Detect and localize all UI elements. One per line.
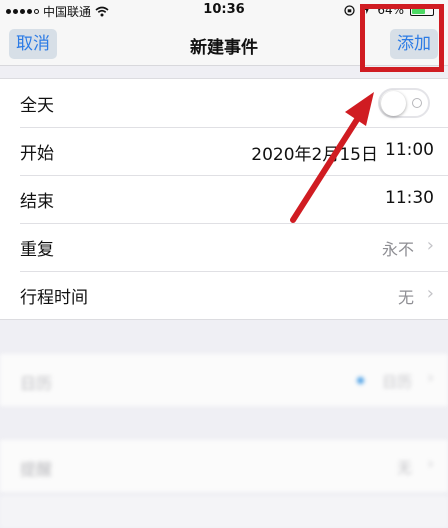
travel-time-label: 行程时间 xyxy=(20,288,88,308)
toggle-knob xyxy=(381,91,406,116)
calendar-label: 日历 xyxy=(20,374,53,393)
start-time: 11:00 xyxy=(385,140,434,160)
calendar-color-dot xyxy=(357,377,364,384)
all-day-row: 全天 xyxy=(0,79,448,127)
event-form: 全天 开始 2020年2月15日 11:00 结束 11:30 重复 永不 › … xyxy=(0,78,448,320)
end-row[interactable]: 结束 11:30 xyxy=(0,175,448,223)
start-date: 2020年2月15日 xyxy=(251,145,378,165)
repeat-label: 重复 xyxy=(20,240,54,260)
chevron-right-icon: › xyxy=(427,454,434,474)
start-label: 开始 xyxy=(20,144,54,164)
all-day-toggle[interactable] xyxy=(378,88,430,118)
end-label: 结束 xyxy=(20,192,54,212)
chevron-right-icon: › xyxy=(426,235,434,256)
alert-row[interactable]: 提醒 无 › xyxy=(0,440,448,492)
toggle-off-indicator-icon xyxy=(412,98,422,108)
alert-label: 提醒 xyxy=(20,460,53,479)
highlight-box xyxy=(360,4,444,72)
end-time: 11:30 xyxy=(385,188,434,208)
calendar-row[interactable]: 日历 日历 › xyxy=(0,354,448,406)
alert-value: 无 xyxy=(396,459,412,477)
travel-time-value: 无 xyxy=(397,288,414,307)
repeat-value: 永不 xyxy=(381,240,414,259)
calendar-value: 日历 xyxy=(381,373,412,391)
travel-time-row[interactable]: 行程时间 无 › xyxy=(0,271,448,319)
chevron-right-icon: › xyxy=(426,283,434,304)
repeat-row[interactable]: 重复 永不 › xyxy=(0,223,448,271)
start-row[interactable]: 开始 2020年2月15日 11:00 xyxy=(0,127,448,175)
bottom-blur-area xyxy=(0,496,448,528)
rotation-lock-icon xyxy=(344,4,355,16)
all-day-label: 全天 xyxy=(20,96,54,116)
chevron-right-icon: › xyxy=(427,368,434,388)
